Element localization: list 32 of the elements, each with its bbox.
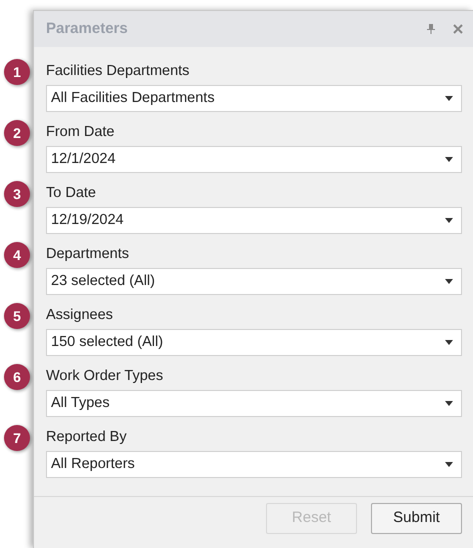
dropdown-field[interactable]: 23 selected (All)	[46, 268, 462, 295]
panel-title: Parameters	[46, 18, 128, 39]
dropdown-field[interactable]: All Types	[46, 390, 462, 417]
dropdown-field[interactable]: All Facilities Departments	[46, 85, 462, 112]
caret-icon	[445, 462, 453, 467]
caret-icon	[445, 401, 453, 406]
step-number-badge: 4	[4, 242, 30, 268]
dropdown-field[interactable]: All Reporters	[46, 451, 462, 478]
step-number-badge: 2	[4, 120, 30, 146]
caret-icon	[445, 218, 453, 223]
caret-icon	[445, 96, 453, 101]
caret-icon	[445, 157, 453, 162]
close-icon[interactable]	[453, 24, 463, 34]
pin-icon[interactable]	[427, 24, 435, 34]
dropdown-field[interactable]: 12/19/2024	[46, 207, 462, 234]
dropdown-field[interactable]: 150 selected (All)	[46, 329, 462, 356]
action-button[interactable]: Submit	[371, 503, 462, 534]
dropdown-field[interactable]: 12/1/2024	[46, 146, 462, 173]
field-label: Work Order Types	[46, 367, 164, 386]
step-number-badge: 7	[4, 425, 30, 451]
step-number-badge: 1	[4, 59, 30, 85]
caret-icon	[445, 340, 453, 345]
field-label: Reported By	[46, 428, 127, 448]
step-number-badge: 3	[4, 181, 30, 207]
step-number-badge: 5	[4, 303, 30, 329]
field-label: To Date	[46, 184, 96, 204]
caret-icon	[445, 279, 453, 284]
field-label: Departments	[46, 245, 130, 264]
field-label: Assignees	[46, 306, 113, 326]
step-number-badge: 6	[4, 364, 30, 390]
field-label: From Date	[46, 123, 114, 142]
field-label: Facilities Departments	[46, 62, 190, 82]
